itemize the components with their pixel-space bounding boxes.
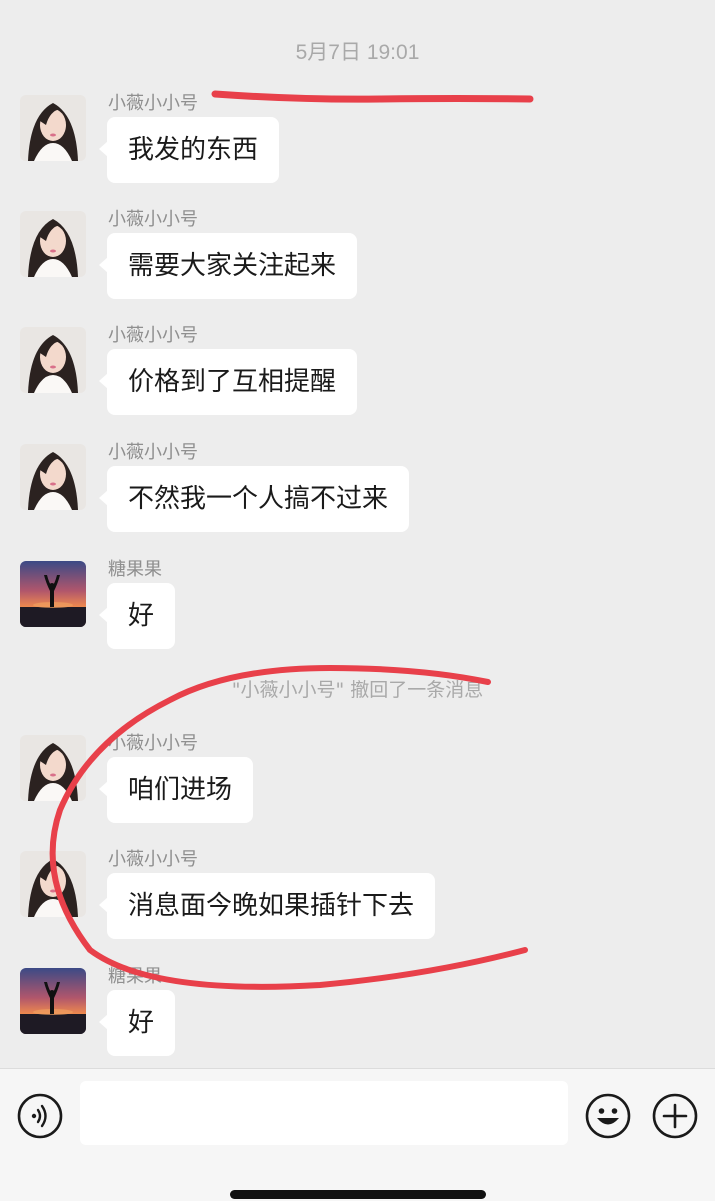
woman-portrait-icon (20, 95, 86, 161)
input-bar (0, 1068, 715, 1201)
message-bubble[interactable]: 价格到了互相提醒 (98, 349, 358, 415)
avatar[interactable] (20, 211, 86, 277)
voice-button[interactable] (17, 1093, 63, 1139)
sender-name: 小薇小小号 (108, 325, 198, 346)
message-input[interactable] (80, 1081, 568, 1145)
avatar[interactable] (20, 444, 86, 510)
woman-portrait-icon (20, 327, 86, 393)
avatar[interactable] (20, 95, 86, 161)
sender-name: 小薇小小号 (108, 849, 198, 870)
message-bubble[interactable]: 需要大家关注起来 (98, 233, 358, 299)
recall-notice: "小薇小小号" 撤回了一条消息 (231, 679, 484, 701)
plus-icon (652, 1093, 698, 1139)
message-bubble[interactable]: 好 (98, 990, 176, 1056)
sunset-silhouette-icon (20, 968, 86, 1034)
woman-portrait-icon (20, 444, 86, 510)
sender-name: 糖果果 (108, 966, 162, 987)
woman-portrait-icon (20, 211, 86, 277)
chat-timestamp: 5月7日 19:01 (295, 41, 420, 64)
sender-name: 糖果果 (108, 559, 162, 580)
voice-icon (17, 1093, 63, 1139)
avatar[interactable] (20, 968, 86, 1034)
woman-portrait-icon (20, 851, 86, 917)
message-bubble[interactable]: 我发的东西 (98, 117, 280, 183)
home-indicator (230, 1190, 486, 1199)
sunset-silhouette-icon (20, 561, 86, 627)
message-bubble[interactable]: 不然我一个人搞不过来 (98, 466, 410, 532)
sender-name: 小薇小小号 (108, 93, 198, 114)
sender-name: 小薇小小号 (108, 209, 198, 230)
woman-portrait-icon (20, 735, 86, 801)
message-bubble[interactable]: 消息面今晚如果插针下去 (98, 873, 436, 939)
sender-name: 小薇小小号 (108, 442, 198, 463)
message-bubble[interactable]: 咱们进场 (98, 757, 254, 823)
sender-name: 小薇小小号 (108, 733, 198, 754)
emoji-icon (585, 1093, 631, 1139)
avatar[interactable] (20, 851, 86, 917)
message-bubble[interactable]: 好 (98, 583, 176, 649)
more-button[interactable] (652, 1093, 698, 1139)
avatar[interactable] (20, 327, 86, 393)
emoji-button[interactable] (585, 1093, 631, 1139)
chat-area[interactable]: 5月7日 19:01 小薇小小号 我发的东西 小薇小小号 需要大家关注起来 小薇… (0, 0, 715, 1068)
avatar[interactable] (20, 561, 86, 627)
avatar[interactable] (20, 735, 86, 801)
